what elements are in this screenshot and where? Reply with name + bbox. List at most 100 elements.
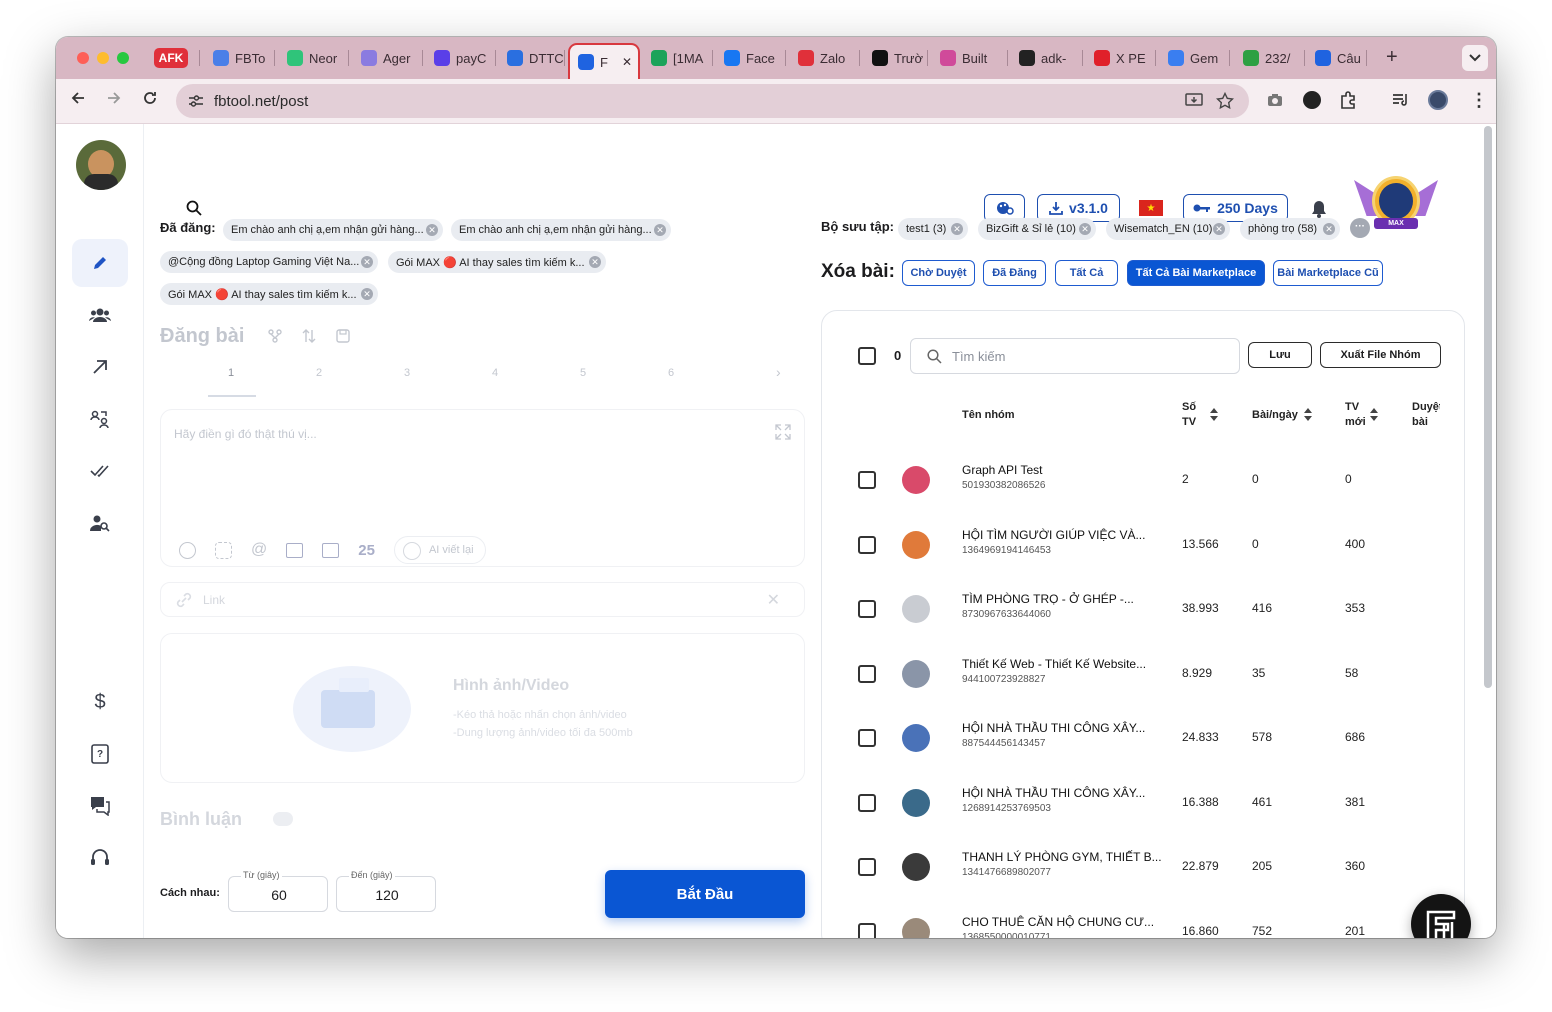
tab-13[interactable]: adk- <box>1011 45 1083 71</box>
row-checkbox[interactable] <box>858 793 876 812</box>
table-row[interactable]: Thiết Kế Web - Thiết Kế Website... 944100… <box>822 641 1464 705</box>
export-groups-button[interactable]: Xuất File Nhóm <box>1320 342 1441 368</box>
posted-chip[interactable]: @Cộng đồng Laptop Gaming Việt Na... ✕ <box>160 251 378 273</box>
group-name[interactable]: CHO THUÊ CĂN HỘ CHUNG CƯ... <box>962 915 1154 929</box>
remove-collection-icon[interactable]: ✕ <box>1213 223 1225 235</box>
interval-from-input[interactable]: Từ (giây) 60 <box>228 870 328 912</box>
column-group-name[interactable]: Tên nhóm <box>962 408 1015 423</box>
tab-10[interactable]: Zalo <box>790 45 860 71</box>
mention-icon[interactable]: @ <box>251 541 267 559</box>
remove-chip-icon[interactable]: ✕ <box>426 224 438 236</box>
more-collections-button[interactable]: ··· <box>1350 218 1370 238</box>
sidebar-item-support[interactable] <box>72 834 128 882</box>
post-content-editor[interactable]: Hãy điền gì đó thật thú vị... @ 25 AI vi… <box>160 409 805 567</box>
no-image-icon[interactable] <box>286 542 304 558</box>
tab-11[interactable]: Trườ <box>864 45 928 71</box>
table-row[interactable]: THANH LÝ PHÒNG GYM, THIẾT B... 1341476689… <box>822 834 1464 898</box>
select-all-checkbox[interactable] <box>858 347 876 365</box>
remove-collection-icon[interactable]: ✕ <box>1323 223 1335 235</box>
tab-8[interactable]: [1MA <box>643 45 713 71</box>
column-new-members[interactable]: TV mới <box>1345 400 1366 430</box>
tab-9[interactable]: Face <box>716 45 786 71</box>
url-omnibox[interactable]: fbtool.net/post <box>176 84 1249 118</box>
tab-1[interactable]: AFK <box>152 45 200 71</box>
image-search-icon[interactable] <box>322 542 340 558</box>
column-members[interactable]: Số TV <box>1182 400 1196 430</box>
install-app-icon[interactable] <box>1185 93 1203 109</box>
collection-chip[interactable]: Wisematch_EN (10) ✕ <box>1106 218 1230 240</box>
posted-chip[interactable]: Em chào anh chị ạ,em nhận gửi hàng... ✕ <box>451 219 671 241</box>
remove-chip-icon[interactable]: ✕ <box>361 256 373 268</box>
groups-search-input[interactable]: Tìm kiếm <box>910 338 1240 374</box>
search-icon[interactable] <box>186 200 202 216</box>
posted-chip[interactable]: Em chào anh chị ạ,em nhận gửi hàng... ✕ <box>223 219 443 241</box>
tab-17[interactable]: Câu <box>1307 45 1367 71</box>
group-name[interactable]: TÌM PHÒNG TRỌ - Ở GHÉP -... <box>962 592 1134 606</box>
table-row[interactable]: CHO THUÊ CĂN HỘ CHUNG CƯ... 1368550000010… <box>822 899 1464 938</box>
table-row[interactable]: HỘI NHÀ THẦU THI CÔNG XÂY... 887544456143… <box>822 705 1464 769</box>
group-name[interactable]: HỘI TÌM NGƯỜI GIÚP VIỆC VÀ... <box>962 528 1145 542</box>
step-tab-3[interactable]: 3 <box>404 367 410 379</box>
notification-bell-icon[interactable] <box>1311 200 1327 218</box>
group-name[interactable]: HỘI NHÀ THẦU THI CÔNG XÂY... <box>962 721 1145 735</box>
group-name[interactable]: HỘI NHÀ THẦU THI CÔNG XÂY... <box>962 786 1145 800</box>
openai-extension-icon[interactable] <box>1303 91 1321 109</box>
link-input[interactable]: Link ✕ <box>160 582 805 617</box>
table-row[interactable]: HỘI TÌM NGƯỜI GIÚP VIỆC VÀ... 13649691941… <box>822 512 1464 576</box>
close-tab-icon[interactable]: ✕ <box>622 55 632 69</box>
delete-filter-button[interactable]: Đã Đăng <box>983 260 1046 286</box>
tab-16[interactable]: 232/ <box>1235 45 1305 71</box>
tab-3[interactable]: Neor <box>279 45 349 71</box>
remove-chip-icon[interactable]: ✕ <box>589 256 601 268</box>
sidebar-item-faq[interactable] <box>72 782 128 830</box>
start-button[interactable]: Bắt Đầu <box>605 870 805 918</box>
sort-members-icon[interactable] <box>1210 408 1218 421</box>
extensions-puzzle-icon[interactable] <box>1339 91 1357 109</box>
sidebar-item-transfer[interactable] <box>72 395 128 443</box>
step-tab-1[interactable]: 1 <box>228 367 234 379</box>
back-arrow-icon[interactable] <box>70 90 86 106</box>
reload-icon[interactable] <box>142 90 158 106</box>
tab-2[interactable]: FBTo <box>205 45 275 71</box>
save-button[interactable]: Lưu <box>1248 342 1312 368</box>
minimize-window-button[interactable] <box>97 52 109 64</box>
posted-chip[interactable]: Gói MAX 🔴 AI thay sales tìm kiếm k... ✕ <box>160 283 378 305</box>
sidebar-item-pricing[interactable]: $ <box>72 678 128 726</box>
camera-icon[interactable] <box>1267 93 1283 107</box>
comment-toggle[interactable] <box>273 812 293 826</box>
remove-collection-icon[interactable]: ✕ <box>1079 223 1091 235</box>
bookmark-star-icon[interactable] <box>1216 92 1234 110</box>
zoom-window-button[interactable] <box>117 52 129 64</box>
tab-5[interactable]: payC <box>426 45 496 71</box>
tab-14[interactable]: X PE <box>1086 45 1156 71</box>
profile-avatar[interactable] <box>1428 90 1448 110</box>
ai-rewrite-button[interactable]: AI viết lại <box>393 536 486 564</box>
tab-12[interactable]: Built <box>932 45 1008 71</box>
sidebar-item-user-search[interactable] <box>72 499 128 547</box>
posted-chip[interactable]: Gói MAX 🔴 AI thay sales tìm kiếm k... ✕ <box>388 251 606 273</box>
close-window-button[interactable] <box>77 52 89 64</box>
delete-filter-button[interactable]: Tất Cả Bài Marketplace <box>1127 260 1265 286</box>
branch-icon[interactable] <box>268 329 282 343</box>
tab-7[interactable]: F ✕ <box>568 43 640 79</box>
sidebar-item-help[interactable]: ? <box>72 730 128 778</box>
step-tab-2[interactable]: 2 <box>316 367 322 379</box>
column-approval[interactable]: Duyệt bài <box>1412 400 1440 430</box>
user-avatar[interactable] <box>76 140 126 190</box>
tab-4[interactable]: Ager <box>353 45 423 71</box>
step-tab-5[interactable]: 5 <box>580 367 586 379</box>
forward-arrow-icon[interactable] <box>106 90 122 106</box>
collection-chip[interactable]: phòng trọ (58) ✕ <box>1240 218 1340 240</box>
row-checkbox[interactable] <box>858 471 876 489</box>
remove-collection-icon[interactable]: ✕ <box>951 223 963 235</box>
row-checkbox[interactable] <box>858 858 876 876</box>
row-checkbox[interactable] <box>858 664 876 683</box>
tab-search-button[interactable] <box>1462 45 1488 71</box>
tab-6[interactable]: DTTC <box>499 45 565 71</box>
group-name[interactable]: Thiết Kế Web - Thiết Kế Website... <box>962 657 1146 671</box>
row-checkbox[interactable] <box>858 600 876 618</box>
expand-icon[interactable] <box>775 424 791 440</box>
sidebar-item-groups[interactable] <box>72 291 128 339</box>
sort-posts-icon[interactable] <box>1304 408 1312 421</box>
tab-15[interactable]: Gem <box>1160 45 1230 71</box>
